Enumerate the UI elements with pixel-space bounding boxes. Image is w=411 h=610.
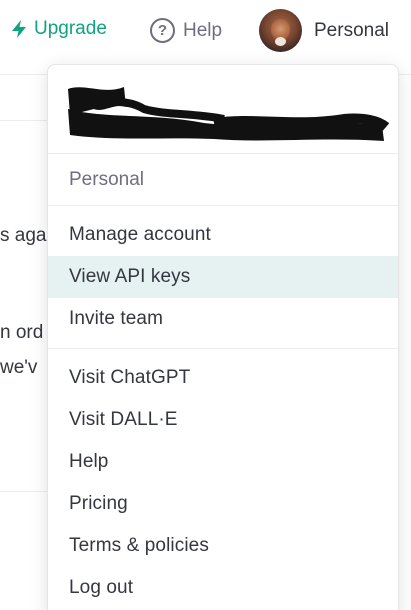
help-label: Help [183, 19, 223, 41]
background-text-line: we'v [0, 357, 38, 378]
account-identity [48, 65, 398, 154]
account-dropdown-menu: Personal Manage account View API keys In… [47, 64, 399, 610]
redacted-account-name [68, 87, 389, 141]
terms-policies-menu-item[interactable]: Terms & policies [48, 525, 398, 567]
help-menu-item[interactable]: Help [48, 441, 398, 483]
log-out-menu-item[interactable]: Log out [48, 567, 398, 609]
help-button[interactable]: ? Help [150, 18, 222, 43]
background-text-line: n ord [0, 322, 44, 343]
lightning-bolt-icon [12, 20, 26, 38]
upgrade-button[interactable]: Upgrade [10, 18, 107, 40]
visit-dalle-menu-item[interactable]: Visit DALL·E [48, 399, 398, 441]
pricing-menu-item[interactable]: Pricing [48, 483, 398, 525]
question-circle-icon: ? [150, 18, 175, 43]
account-label: Personal [314, 19, 389, 41]
background-text-line: s aga [0, 225, 47, 246]
account-type-label: Personal [48, 154, 398, 206]
account-actions-group: Manage account View API keys Invite team [48, 206, 398, 349]
page: Upgrade ? Help Personal s aga n ord we'v… [0, 0, 411, 610]
account-menu-button[interactable]: Personal [259, 9, 389, 52]
upgrade-label: Upgrade [34, 18, 107, 39]
manage-account-menu-item[interactable]: Manage account [48, 214, 398, 256]
links-group: Visit ChatGPT Visit DALL·E Help Pricing … [48, 349, 398, 610]
top-navigation-bar: Upgrade ? Help Personal [0, 0, 411, 64]
avatar [259, 9, 302, 52]
view-api-keys-menu-item[interactable]: View API keys [48, 256, 398, 298]
invite-team-menu-item[interactable]: Invite team [48, 298, 398, 340]
visit-chatgpt-menu-item[interactable]: Visit ChatGPT [48, 357, 398, 399]
